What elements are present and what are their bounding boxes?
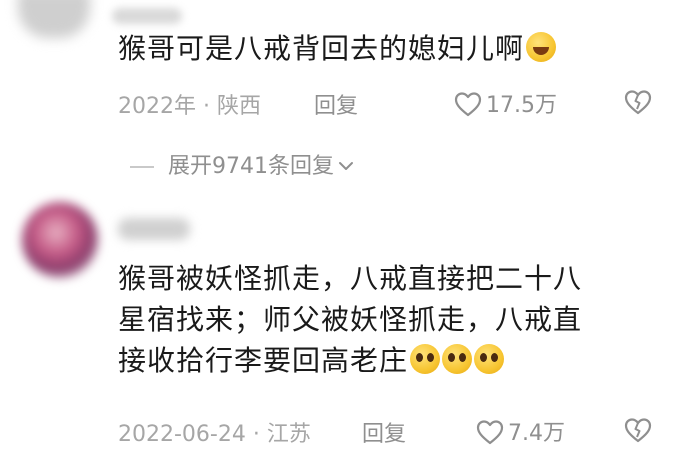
chevron-down-icon [339,162,353,170]
heart-outline-icon [476,420,504,445]
pleading-face-emoji-icon [410,344,441,374]
pleading-face-emoji-icon [442,344,473,374]
comment-text: 猴哥被妖怪抓走，八戒直接把二十八 星宿找来；师父被妖怪抓走，八戒直 接收拾行李要… [118,258,582,381]
reply-button[interactable]: 回复 [362,416,406,448]
broken-heart-icon[interactable] [624,416,652,444]
comment-line-last: 接收拾行李要回高老庄 [118,340,582,381]
comment-meta: 2022年 · 陕西 [118,94,261,119]
like-button[interactable]: 17.5万 [454,87,557,119]
comment-text: 猴哥可是八戒背回去的媳妇儿啊 [118,28,557,69]
comment-meta: 2022-06-24 · 江苏 [118,422,311,447]
comment-line: 星宿找来；师父被妖怪抓走，八戒直 [118,303,583,336]
like-button[interactable]: 7.4万 [476,415,565,447]
comment-section: 猴哥可是八戒背回去的媳妇儿啊 2022年 · 陕西 回复 17.5万 展开974… [0,0,690,452]
reply-button[interactable]: 回复 [314,88,358,120]
avatar[interactable] [22,202,98,278]
pleading-face-emoji-icon [474,344,505,374]
username[interactable] [118,218,190,240]
like-count: 17.5万 [486,93,557,118]
broken-heart-icon[interactable] [624,88,652,116]
comment-body: 猴哥可是八戒背回去的媳妇儿啊 [118,32,525,65]
comment-line: 猴哥被妖怪抓走，八戒直接把二十八 [118,262,583,295]
divider [130,166,154,168]
avatar[interactable] [18,0,90,38]
comment-line: 接收拾行李要回高老庄 [118,344,409,377]
expand-replies-label: 展开9741条回复 [168,154,334,179]
username[interactable] [112,8,182,24]
like-count: 7.4万 [508,421,565,446]
laughing-emoji-icon [526,32,557,62]
heart-outline-icon [454,92,482,117]
expand-replies-button[interactable]: 展开9741条回复 [130,148,354,180]
